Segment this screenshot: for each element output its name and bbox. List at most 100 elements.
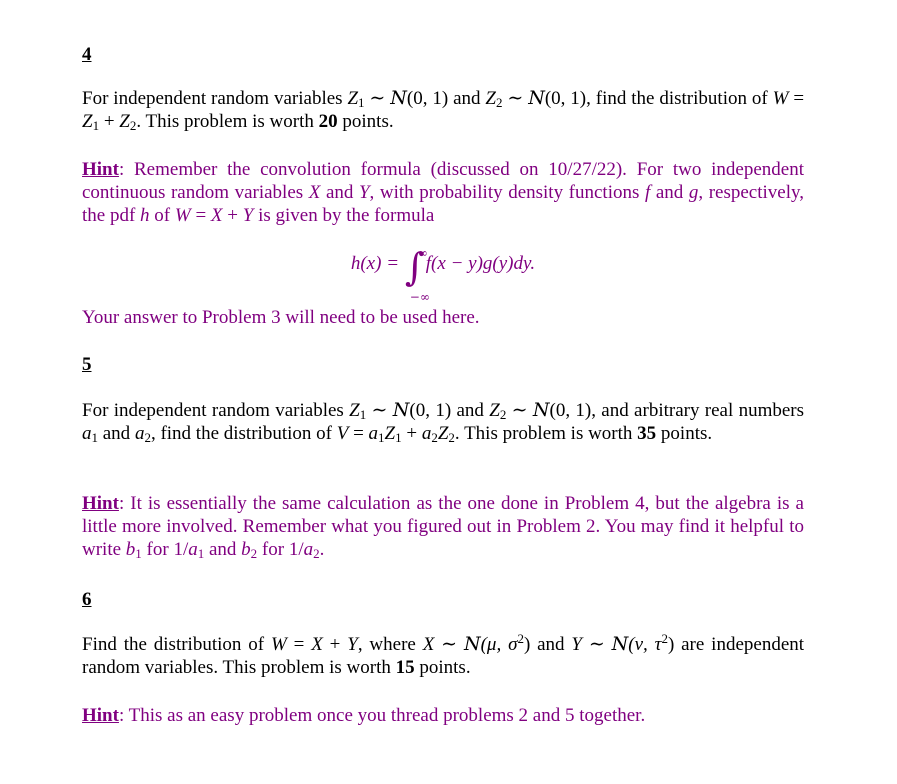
text-run: +	[99, 111, 120, 132]
text-run: , where	[357, 634, 423, 655]
text-run: for 1/	[257, 539, 304, 560]
text-run: =	[348, 423, 369, 444]
problem-6-statement: Find the distribution of W = X + Y, wher…	[82, 632, 804, 679]
problem-4-hint: Hint: Remember the convolution formula (…	[82, 158, 804, 227]
text-run: Z	[384, 423, 396, 444]
text-run: and	[451, 400, 490, 421]
text-run: X	[210, 205, 223, 226]
text-run: : This as an easy problem once you threa…	[118, 705, 646, 726]
text-run: a	[134, 423, 145, 444]
text-run: and	[320, 182, 359, 203]
text-run: Z	[485, 88, 496, 109]
text-run: h	[140, 205, 150, 226]
text-run: =	[286, 634, 312, 655]
text-run: X	[422, 634, 435, 655]
text-run: Z	[489, 400, 500, 421]
text-run: , find the distribution of	[150, 423, 337, 444]
text-run: , find the distribution of	[586, 88, 773, 109]
text-run: Z	[349, 400, 360, 421]
text-run: and	[204, 539, 242, 560]
text-run: X	[308, 182, 321, 203]
text-run: a	[303, 539, 314, 560]
text-run: (0, 1)	[406, 88, 449, 109]
text-run: Y	[571, 634, 582, 655]
text-run: points.	[656, 423, 713, 444]
text-run: and	[448, 88, 486, 109]
text-run: ∼	[366, 400, 393, 421]
text-run: and	[650, 182, 689, 203]
text-run: Y	[358, 182, 370, 203]
problem-5-number: 5	[82, 354, 92, 375]
problem-4-statement: For independent random variables Z1 ∼ N(…	[82, 87, 804, 133]
text-run: and	[530, 634, 572, 655]
text-run: of	[149, 205, 175, 226]
text-run: , with probability density functions	[369, 182, 645, 203]
text-run: =	[190, 205, 211, 226]
text-run: ∞	[417, 246, 428, 260]
text-run: (0, 1)	[409, 400, 452, 421]
text-run: Y	[347, 634, 358, 655]
text-run: ∼	[434, 634, 464, 655]
text-run: ∼	[506, 400, 533, 421]
hint-label: Hint	[82, 159, 119, 180]
text-run: points.	[337, 111, 394, 132]
text-run: , and arbitrary real numbers	[591, 400, 805, 421]
text-run: ∼	[502, 88, 529, 109]
text-run: h(x) =	[350, 253, 404, 274]
text-run: f(x − y)g(y)dy.	[425, 253, 536, 274]
text-run: (μ, σ	[480, 634, 518, 655]
text-run: W	[174, 205, 191, 226]
text-run: a	[82, 423, 92, 444]
text-run: .	[319, 539, 325, 560]
text-run: a	[368, 423, 379, 444]
problem-4-number: 4	[82, 44, 92, 65]
text-run: +	[322, 634, 348, 655]
text-run: X	[311, 634, 323, 655]
convolution-formula: h(x) = ∫ ∞ −∞ f(x − y)g(y)dy.	[82, 246, 804, 304]
text-run: b	[125, 539, 136, 560]
text-run: +	[401, 423, 422, 444]
text-run: b	[241, 539, 251, 560]
text-run: (0, 1)	[544, 88, 587, 109]
text-run: N	[611, 633, 629, 655]
problem-6-hint: Hint: This as an easy problem once you t…	[82, 704, 804, 727]
text-run: N	[528, 87, 545, 109]
text-run: N	[392, 399, 410, 421]
text-run: W	[270, 634, 287, 655]
text-run: =	[788, 88, 805, 109]
text-run: . This problem is worth	[454, 423, 638, 444]
integral-sign: ∫ ∞ −∞	[404, 246, 430, 304]
text-run: W	[772, 88, 789, 109]
text-run: Find the distribution of	[82, 634, 271, 655]
text-run: and	[98, 423, 135, 444]
text-run: for 1/	[141, 539, 189, 560]
text-run: N	[390, 87, 407, 109]
text-run: V	[336, 423, 349, 444]
hint-label: Hint	[82, 493, 119, 514]
text-run: . This problem is worth	[136, 111, 319, 132]
text-run: a	[188, 539, 198, 560]
problem-4-points: 20	[318, 111, 338, 132]
text-run: g	[688, 182, 699, 203]
text-run: is given by the formula	[253, 205, 435, 226]
problem-5-hint: Hint: It is essentially the same calcula…	[82, 492, 804, 561]
text-run: Z	[347, 88, 359, 109]
text-run: Z	[82, 111, 93, 132]
text-run: N	[463, 633, 481, 655]
problem-4-note: Your answer to Problem 3 will need to be…	[82, 307, 480, 328]
text-run: (ν, τ	[628, 634, 662, 655]
problem-6-number: 6	[82, 589, 92, 610]
text-run: a	[421, 423, 432, 444]
problem-5-points: 35	[637, 423, 657, 444]
text-run: Z	[119, 111, 130, 132]
text-run: For independent random variables	[82, 88, 348, 109]
problem-5-statement: For independent random variables Z1 ∼ N(…	[82, 399, 804, 445]
text-run: For independent random variables	[82, 400, 350, 421]
text-run: Y	[242, 205, 254, 226]
text-run: ∼	[582, 634, 612, 655]
text-run: points.	[414, 657, 471, 678]
problem-6-points: 15	[395, 657, 415, 678]
text-run: N	[532, 399, 550, 421]
text-run: Z	[437, 423, 449, 444]
text-run: ∼	[364, 88, 391, 109]
